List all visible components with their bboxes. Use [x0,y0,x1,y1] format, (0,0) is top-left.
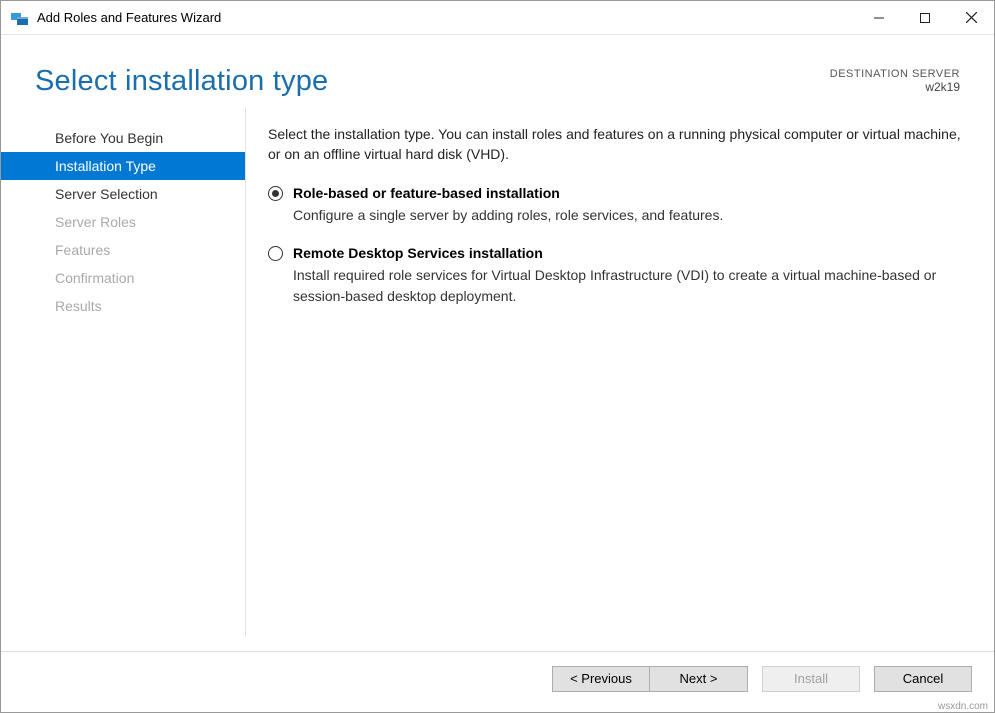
step-features: Features [1,236,245,264]
destination-server-label: DESTINATION SERVER [830,68,960,80]
wizard-content: Select the installation type. You can in… [258,108,994,636]
page-header: Select installation type DESTINATION SER… [1,35,994,108]
app-icon [11,9,29,27]
option-role-based[interactable]: Role-based or feature-based installation… [268,183,964,226]
wizard-footer: < Previous Next > Install Cancel [1,651,994,697]
next-button[interactable]: Next > [650,666,748,692]
install-button: Install [762,666,860,692]
step-confirmation: Confirmation [1,264,245,292]
option-role-based-title: Role-based or feature-based installation [293,183,723,203]
destination-server-value: w2k19 [830,80,960,94]
wizard-steps-sidebar: Before You Begin Installation Type Serve… [1,108,246,636]
cancel-button[interactable]: Cancel [874,666,972,692]
option-rds-title: Remote Desktop Services installation [293,243,964,263]
close-button[interactable] [948,1,994,35]
page-title: Select installation type [35,65,830,98]
step-before-you-begin[interactable]: Before You Begin [1,124,245,152]
step-server-roles: Server Roles [1,208,245,236]
maximize-button[interactable] [902,1,948,35]
previous-button[interactable]: < Previous [552,666,650,692]
title-bar: Add Roles and Features Wizard [1,1,994,35]
step-results: Results [1,292,245,320]
destination-server-info: DESTINATION SERVER w2k19 [830,68,960,94]
option-rds-desc: Install required role services for Virtu… [293,265,964,306]
minimize-button[interactable] [856,1,902,35]
step-server-selection[interactable]: Server Selection [1,180,245,208]
intro-text: Select the installation type. You can in… [268,124,964,165]
option-role-based-desc: Configure a single server by adding role… [293,205,723,225]
watermark: wsxdn.com [938,701,988,712]
option-rds[interactable]: Remote Desktop Services installation Ins… [268,243,964,306]
radio-role-based[interactable] [268,186,283,201]
radio-rds[interactable] [268,246,283,261]
window-title: Add Roles and Features Wizard [37,10,856,25]
step-installation-type[interactable]: Installation Type [1,152,245,180]
